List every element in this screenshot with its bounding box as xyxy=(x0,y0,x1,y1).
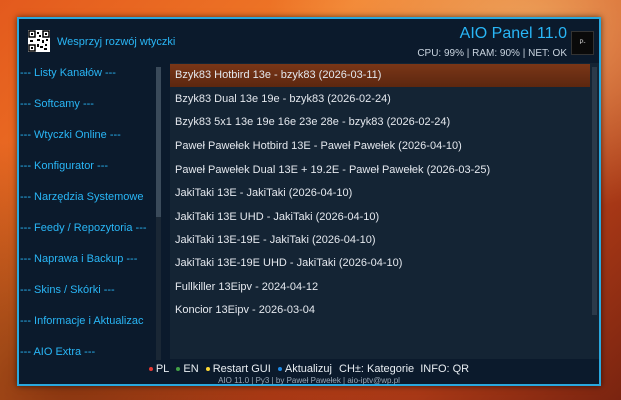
sidebar-scrollbar[interactable] xyxy=(156,67,161,360)
key-red-pl[interactable]: PL xyxy=(148,363,170,375)
sidebar-item-online-plugins[interactable]: --- Wtyczki Online --- xyxy=(20,129,121,141)
category-sidebar: --- Listy Kanałów --- --- Softcamy --- -… xyxy=(20,67,155,360)
list-item[interactable]: Bzyk83 5x1 13e 19e 16e 23e 28e - bzyk83 … xyxy=(170,111,590,134)
list-item[interactable]: Bzyk83 Dual 13e 19e - bzyk83 (2026-02-24… xyxy=(170,88,590,111)
sidebar-item-configurator[interactable]: --- Konfigurator --- xyxy=(20,160,108,172)
system-stats: CPU: 99% | RAM: 90% | NET: OK xyxy=(417,48,567,59)
sidebar-item-repair-backup[interactable]: --- Naprawa i Backup --- xyxy=(20,253,137,265)
list-scrollbar[interactable] xyxy=(592,67,597,315)
list-item[interactable]: Fullkiller 13Eipv - 2024-04-12 xyxy=(170,276,590,299)
sidebar-item-feeds[interactable]: --- Feedy / Repozytoria --- xyxy=(20,222,147,234)
sidebar-scrollbar-thumb[interactable] xyxy=(156,67,161,217)
aio-panel-window: Wesprzyj rozwój wtyczki AIO Panel 11.0 C… xyxy=(17,17,601,386)
sidebar-item-softcams[interactable]: --- Softcamy --- xyxy=(20,98,94,110)
list-item[interactable]: JakiTaki 13E - JakiTaki (2026-04-10) xyxy=(170,182,590,205)
extra-key-hints: CH±: Kategorie INFO: QR xyxy=(339,363,470,375)
list-scrollbar-thumb[interactable] xyxy=(592,67,597,315)
key-label: Restart GUI xyxy=(212,363,271,375)
qr-code-icon[interactable] xyxy=(28,30,50,52)
list-item[interactable]: Paweł Pawełek Dual 13E + 19.2E - Paweł P… xyxy=(170,159,590,182)
key-label: PL xyxy=(155,363,170,375)
app-title: AIO Panel 11.0 xyxy=(459,25,567,42)
key-green-en[interactable]: EN xyxy=(176,363,199,375)
red-dot-icon xyxy=(148,367,153,372)
key-yellow-restart[interactable]: Restart GUI xyxy=(205,363,271,375)
sidebar-item-aio-extra[interactable]: --- AIO Extra --- xyxy=(20,346,95,358)
blue-dot-icon xyxy=(277,367,282,372)
list-item[interactable]: JakiTaki 13E UHD - JakiTaki (2026-04-10) xyxy=(170,206,590,229)
footer-key-hints: PL EN Restart GUI Aktualizuj CH±: Katego… xyxy=(19,363,599,375)
key-label: EN xyxy=(183,363,199,375)
list-item[interactable]: Paweł Pawełek Hotbird 13E - Paweł Pawełe… xyxy=(170,135,590,158)
yellow-dot-icon xyxy=(205,367,210,372)
channel-list: Bzyk83 Hotbird 13e - bzyk83 (2026-03-11)… xyxy=(170,63,599,359)
sidebar-item-channel-lists[interactable]: --- Listy Kanałów --- xyxy=(20,67,116,79)
footer-credit: AIO 11.0 | Py3 | by Paweł Pawełek | aio-… xyxy=(218,376,400,385)
list-item[interactable]: Bzyk83 Hotbird 13e - bzyk83 (2026-03-11) xyxy=(170,64,590,87)
sidebar-item-skins[interactable]: --- Skins / Skórki --- xyxy=(20,284,115,296)
list-item[interactable]: JakiTaki 13E-19E - JakiTaki (2026-04-10) xyxy=(170,229,590,252)
key-label: Aktualizuj xyxy=(284,363,332,375)
logo-icon: P- xyxy=(571,31,594,55)
support-link[interactable]: Wesprzyj rozwój wtyczki xyxy=(57,36,175,48)
header: Wesprzyj rozwój wtyczki AIO Panel 11.0 C… xyxy=(19,19,599,67)
key-blue-update[interactable]: Aktualizuj xyxy=(277,363,332,375)
green-dot-icon xyxy=(176,367,181,372)
list-item[interactable]: Koncior 13Eipv - 2026-03-04 xyxy=(170,299,590,322)
sidebar-item-system-tools[interactable]: --- Narzędzia Systemowe xyxy=(20,191,143,203)
sidebar-item-info-updates[interactable]: --- Informacje i Aktualizac xyxy=(20,315,143,327)
list-item[interactable]: JakiTaki 13E-19E UHD - JakiTaki (2026-04… xyxy=(170,252,590,275)
